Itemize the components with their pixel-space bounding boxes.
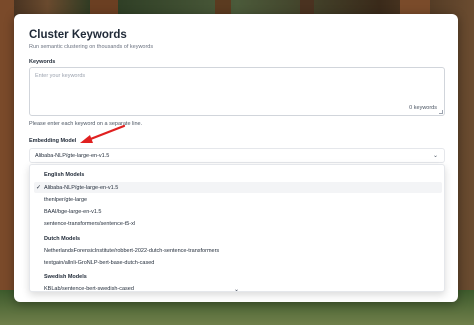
- option-label: sentence-transformers/sentence-t5-xl: [44, 221, 136, 227]
- keywords-textarea[interactable]: Enter your keywords 0 keywords: [29, 67, 445, 116]
- option-bge-large-en-v1-5[interactable]: BAAI/bge-large-en-v1.5: [34, 206, 442, 217]
- option-gte-large[interactable]: thenlper/gte-large: [34, 194, 442, 205]
- page-title: Cluster Keywords: [29, 29, 127, 41]
- keyword-count: 0 keywords: [409, 105, 437, 111]
- keywords-label: Keywords: [29, 59, 56, 65]
- option-gte-large-en-v1-5[interactable]: ✓ Alibaba-NLP/gte-large-en-v1.5: [34, 182, 442, 193]
- cluster-keywords-panel: Cluster Keywords Run semantic clustering…: [14, 14, 458, 302]
- option-robbert-2022-dutch[interactable]: NetherlandsForensicInstitute/robbert-202…: [34, 245, 442, 256]
- option-allnli-gronlp-bert[interactable]: textgain/allnli-GroNLP-bert-base-dutch-c…: [34, 257, 442, 268]
- selected-model: Alibaba-NLP/gte-large-en-v1.5: [35, 153, 110, 159]
- embedding-model-select[interactable]: Alibaba-NLP/gte-large-en-v1.5 ⌄: [29, 148, 445, 163]
- group-label-swedish: Swedish Models: [44, 274, 87, 280]
- embedding-model-label: Embedding Model: [29, 138, 77, 144]
- embedding-model-dropdown: English Models ✓ Alibaba-NLP/gte-large-e…: [29, 164, 445, 292]
- option-label: NetherlandsForensicInstitute/robbert-202…: [44, 248, 220, 254]
- option-label: textgain/allnli-GroNLP-bert-base-dutch-c…: [44, 260, 155, 266]
- page-subtitle: Run semantic clustering on thousands of …: [29, 44, 154, 50]
- resize-handle-icon[interactable]: [439, 110, 443, 114]
- chevron-down-icon: ⌄: [432, 153, 438, 159]
- check-icon: ✓: [36, 185, 42, 191]
- option-sentence-t5-xl[interactable]: sentence-transformers/sentence-t5-xl: [34, 218, 442, 229]
- option-label: BAAI/bge-large-en-v1.5: [44, 209, 102, 215]
- option-label: KBLab/sentence-bert-swedish-cased: [44, 286, 134, 292]
- keywords-placeholder: Enter your keywords: [35, 73, 86, 79]
- option-label: thenlper/gte-large: [44, 197, 88, 203]
- group-label-dutch: Dutch Models: [44, 236, 81, 242]
- background-tree-trunk: [0, 0, 14, 325]
- annotation-arrow-icon: [80, 124, 126, 143]
- scroll-down-chevron-icon[interactable]: ⌄: [234, 286, 239, 300]
- group-label-english: English Models: [44, 172, 85, 178]
- option-label: Alibaba-NLP/gte-large-en-v1.5: [44, 185, 119, 191]
